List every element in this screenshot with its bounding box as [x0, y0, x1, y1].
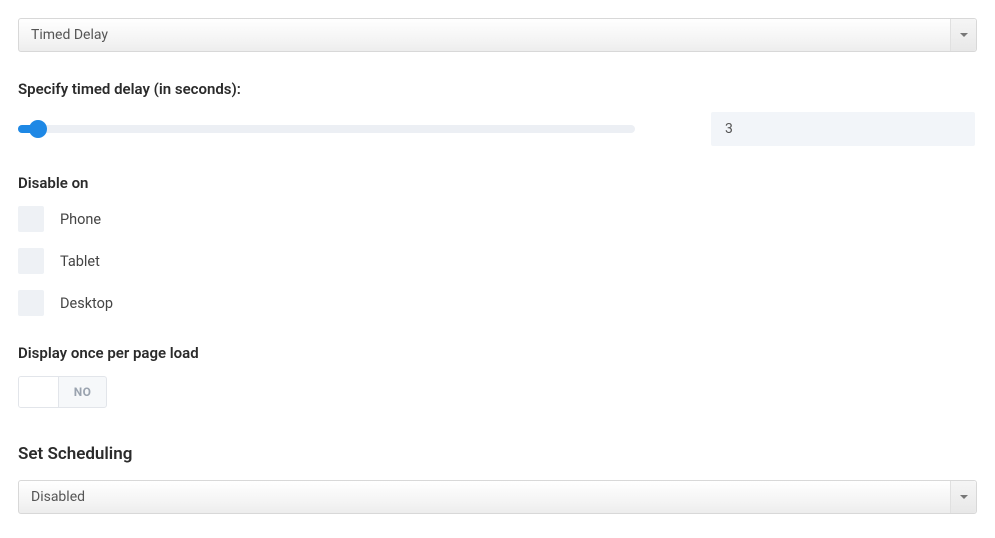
- disable-on-tablet-row: Tablet: [18, 248, 977, 274]
- disable-on-phone-row: Phone: [18, 206, 977, 232]
- toggle-state-label: NO: [59, 385, 106, 399]
- trigger-type-value: Timed Delay: [31, 27, 964, 43]
- trigger-type-select[interactable]: Timed Delay: [18, 18, 977, 52]
- toggle-handle: [19, 377, 59, 407]
- display-once-toggle[interactable]: NO: [18, 376, 107, 408]
- slider-rail: [18, 125, 635, 133]
- delay-control-row: 3: [18, 112, 977, 146]
- delay-slider[interactable]: [18, 119, 635, 139]
- disable-on-list: Phone Tablet Desktop: [18, 206, 977, 316]
- delay-label: Specify timed delay (in seconds):: [18, 80, 977, 98]
- disable-desktop-label: Desktop: [60, 295, 113, 312]
- disable-phone-checkbox[interactable]: [18, 206, 44, 232]
- disable-on-label: Disable on: [18, 174, 977, 192]
- disable-tablet-label: Tablet: [60, 253, 100, 270]
- disable-desktop-checkbox[interactable]: [18, 290, 44, 316]
- display-once-label: Display once per page load: [18, 344, 977, 362]
- chevron-down-icon: [950, 19, 976, 51]
- chevron-down-icon: [950, 481, 976, 513]
- slider-thumb[interactable]: [29, 120, 47, 138]
- delay-value-display: 3: [711, 112, 975, 146]
- scheduling-value: Disabled: [31, 489, 964, 505]
- scheduling-select[interactable]: Disabled: [18, 480, 977, 514]
- disable-tablet-checkbox[interactable]: [18, 248, 44, 274]
- disable-phone-label: Phone: [60, 211, 101, 228]
- scheduling-label: Set Scheduling: [18, 444, 977, 464]
- disable-on-desktop-row: Desktop: [18, 290, 977, 316]
